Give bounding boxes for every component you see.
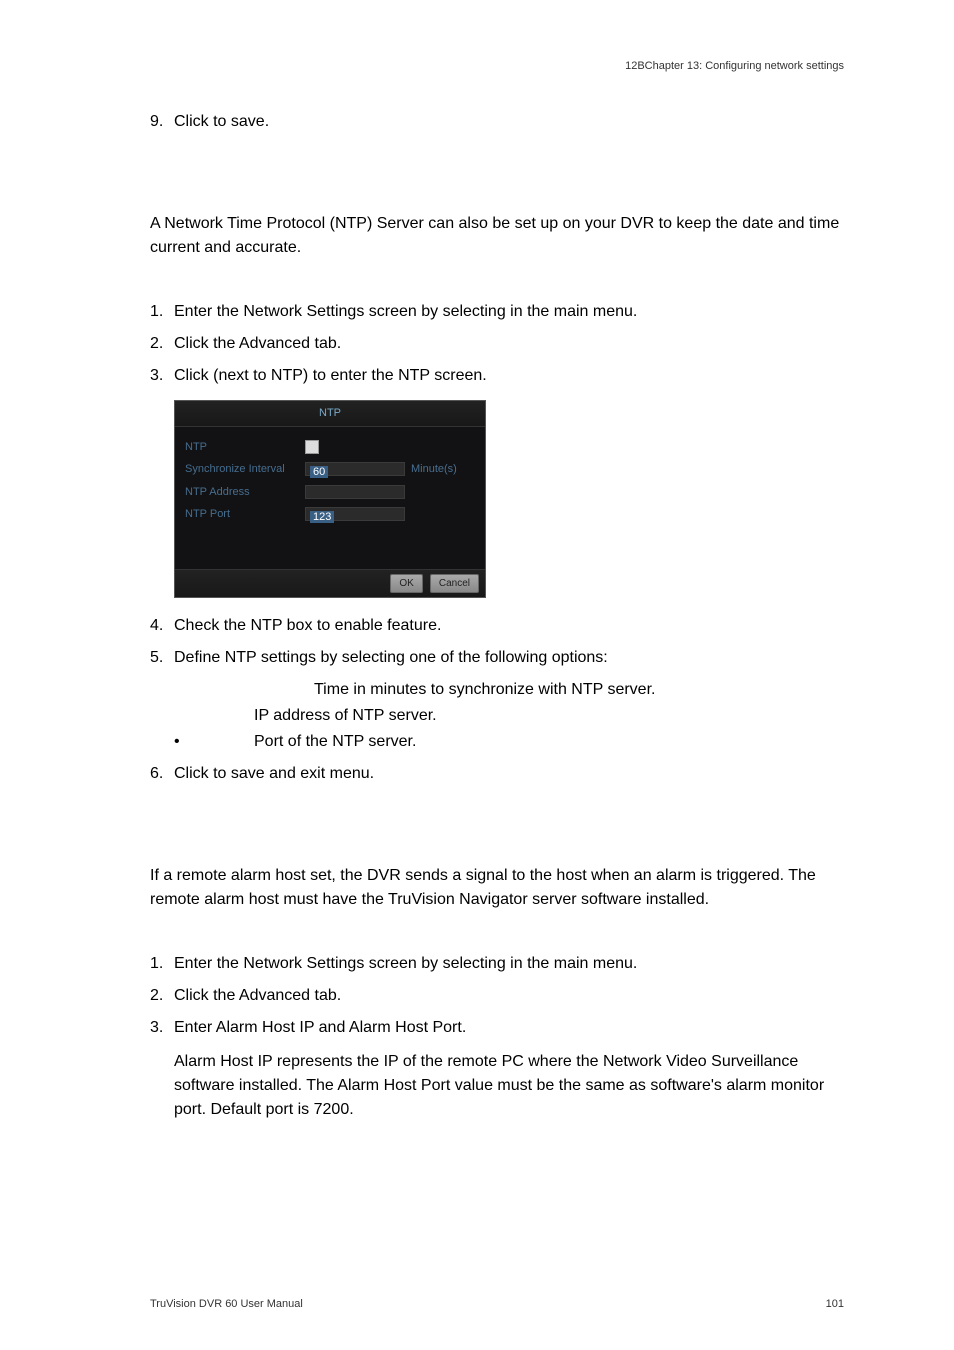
ntp-step-6: 6. Click to save and exit menu.	[150, 762, 844, 786]
dialog-title: NTP	[175, 401, 485, 427]
step-number: 6.	[150, 762, 174, 786]
footer-title: TruVision DVR 60 User Manual	[150, 1298, 303, 1310]
text: Enter the Network Settings screen by sel…	[174, 955, 510, 972]
bullet	[174, 678, 194, 702]
step-text: Enter Alarm Host IP and Alarm Host Port.…	[174, 1016, 844, 1122]
step-text: Enter the Network Settings screen by sel…	[174, 952, 844, 976]
label-ntp-port: NTP Port	[185, 506, 305, 523]
step-number: 3.	[150, 1016, 174, 1122]
step-number: 2.	[150, 984, 174, 1008]
step-detail: Alarm Host IP represents the IP of the r…	[174, 1050, 844, 1122]
text: to save and exit menu.	[213, 765, 374, 782]
ok-button[interactable]: OK	[390, 574, 422, 593]
ntp-step-1: 1. Enter the Network Settings screen by …	[150, 300, 844, 324]
alarm-step-2: 2. Click the Advanced tab.	[150, 984, 844, 1008]
label-ntp: NTP	[185, 439, 305, 456]
step-text: Define NTP settings by selecting one of …	[174, 646, 844, 670]
ntp-step-2: 2. Click the Advanced tab.	[150, 332, 844, 356]
row-ntp-enable: NTP	[185, 439, 475, 456]
text: Click	[174, 367, 213, 384]
step-text: Click the Advanced tab.	[174, 332, 844, 356]
ntp-checkbox[interactable]	[305, 440, 319, 454]
alarm-step-3: 3. Enter Alarm Host IP and Alarm Host Po…	[150, 1016, 844, 1122]
text: Enter the Network Settings screen by sel…	[174, 303, 510, 320]
sync-unit: Minute(s)	[411, 461, 457, 478]
step-text: Click to save.	[174, 110, 844, 134]
text: to save.	[213, 113, 269, 130]
alarm-step-1: 1. Enter the Network Settings screen by …	[150, 952, 844, 976]
input-value: 60	[310, 466, 328, 478]
ntp-step-5: 5. Define NTP settings by selecting one …	[150, 646, 844, 670]
ntp-step-3: 3. Click (next to NTP) to enter the NTP …	[150, 364, 844, 388]
step-text: Click (next to NTP) to enter the NTP scr…	[174, 364, 844, 388]
text: Click	[174, 113, 213, 130]
bullet: •	[174, 730, 194, 754]
step-text: Check the NTP box to enable feature.	[174, 614, 844, 638]
step-text: Enter the Network Settings screen by sel…	[174, 300, 844, 324]
bullet	[174, 704, 194, 728]
step-number: 1.	[150, 300, 174, 324]
step-number: 9.	[150, 110, 174, 134]
sync-interval-input[interactable]: 60	[305, 462, 405, 476]
step-number: 5.	[150, 646, 174, 670]
running-header: 12BChapter 13: Configuring network setti…	[625, 60, 844, 72]
ntp-option-sync: Time in minutes to synchronize with NTP …	[174, 678, 844, 702]
ntp-port-input[interactable]: 123	[305, 507, 405, 521]
ntp-step-4: 4. Check the NTP box to enable feature.	[150, 614, 844, 638]
page-content: 9. Click to save. A Network Time Protoco…	[150, 110, 844, 1122]
step-9: 9. Click to save.	[150, 110, 844, 134]
option-text: IP address of NTP server.	[194, 704, 844, 728]
ntp-dialog-screenshot: NTP NTP Synchronize Interval 60 Minute(s…	[174, 400, 486, 598]
step-number: 3.	[150, 364, 174, 388]
text: Enter Alarm Host IP and Alarm Host Port.	[174, 1016, 844, 1040]
step-number: 4.	[150, 614, 174, 638]
page-footer: TruVision DVR 60 User Manual 101	[150, 1298, 844, 1310]
row-ntp-address: NTP Address	[185, 484, 475, 501]
text: in the main menu.	[510, 303, 637, 320]
input-value: 123	[310, 511, 334, 523]
option-text: Port of the NTP server.	[194, 730, 844, 754]
dialog-body: NTP Synchronize Interval 60 Minute(s) NT…	[175, 427, 485, 569]
step-text: Click to save and exit menu.	[174, 762, 844, 786]
label-ntp-address: NTP Address	[185, 484, 305, 501]
ntp-address-input[interactable]	[305, 485, 405, 499]
text: in the main menu.	[510, 955, 637, 972]
row-ntp-port: NTP Port 123	[185, 506, 475, 523]
option-text: Time in minutes to synchronize with NTP …	[194, 678, 844, 702]
row-sync-interval: Synchronize Interval 60 Minute(s)	[185, 461, 475, 478]
step-text: Click the Advanced tab.	[174, 984, 844, 1008]
text: Click	[174, 765, 213, 782]
step-number: 2.	[150, 332, 174, 356]
dialog-footer: OK Cancel	[175, 569, 485, 597]
ntp-option-address: IP address of NTP server.	[174, 704, 844, 728]
page-number: 101	[826, 1298, 844, 1310]
step-number: 1.	[150, 952, 174, 976]
alarm-intro-paragraph: If a remote alarm host set, the DVR send…	[150, 864, 844, 912]
label-sync-interval: Synchronize Interval	[185, 461, 305, 478]
text: (next to NTP) to enter the NTP screen.	[213, 367, 487, 384]
ntp-option-port: • Port of the NTP server.	[174, 730, 844, 754]
ntp-intro-paragraph: A Network Time Protocol (NTP) Server can…	[150, 212, 844, 260]
cancel-button[interactable]: Cancel	[430, 574, 479, 593]
